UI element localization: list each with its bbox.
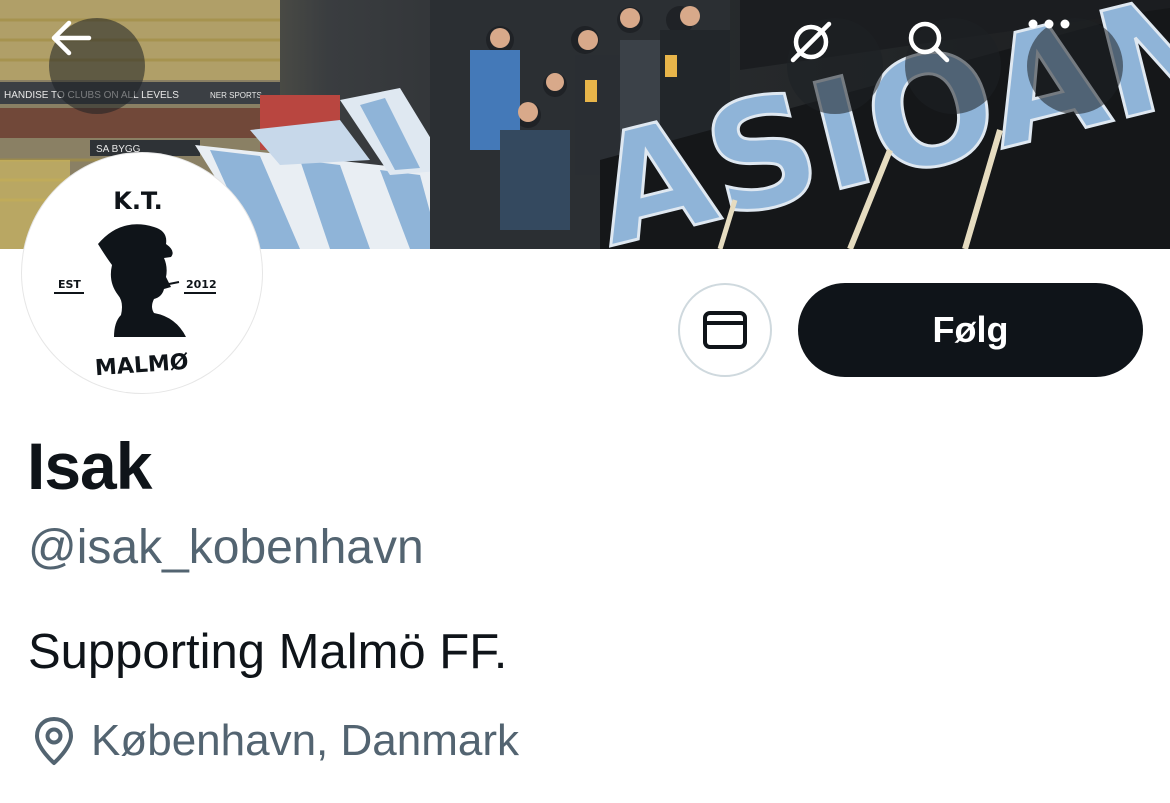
more-button[interactable] (1027, 18, 1123, 114)
slashed-circle-icon (790, 21, 832, 63)
location-pin-icon (35, 717, 73, 765)
avatar-bottom-text: MALMØ (94, 350, 189, 381)
message-button[interactable] (678, 283, 772, 377)
profile-location: København, Danmark (33, 715, 519, 767)
profile-avatar[interactable]: K.T. EST 2012 MALMØ (26, 157, 258, 389)
location-text: København, Danmark (91, 716, 519, 765)
profile-bio: Supporting Malmö FF. (28, 625, 508, 679)
more-horizontal-icon (1028, 19, 1070, 29)
avatar-left-text: EST (58, 278, 81, 291)
back-button[interactable] (49, 18, 145, 114)
avatar-top-text: K.T. (113, 187, 163, 215)
banner-board-text-3: SA BYGG (96, 144, 141, 155)
follow-button[interactable]: Følg (798, 283, 1143, 377)
search-button[interactable] (905, 18, 1001, 114)
arrow-left-icon (51, 20, 92, 56)
avatar-logo: K.T. EST 2012 MALMØ (54, 187, 217, 381)
avatar-right-text: 2012 (186, 278, 217, 291)
profile-name: Isak (27, 429, 152, 503)
profile-handle: @isak_kobenhavn (28, 521, 424, 574)
banner-board-text-2: NER SPORTS (210, 91, 262, 100)
search-icon (908, 21, 950, 63)
grok-button[interactable] (787, 18, 883, 114)
mail-icon (703, 311, 747, 349)
